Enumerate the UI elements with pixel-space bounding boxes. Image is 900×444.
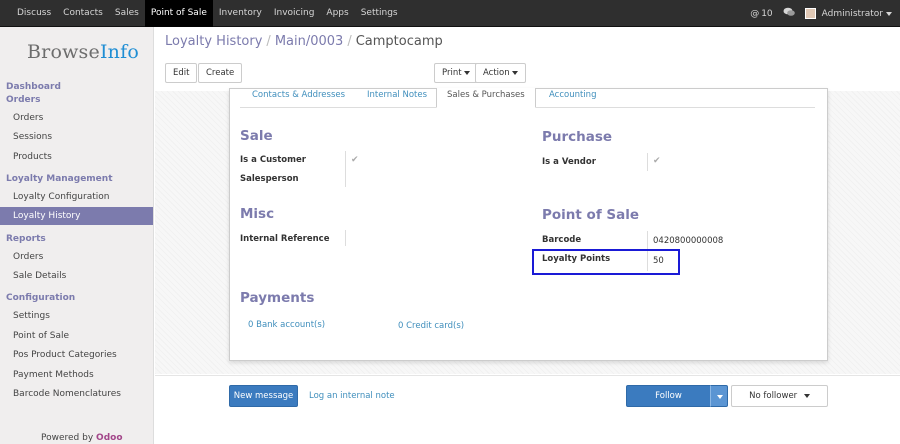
sidebar-item-barcode-nomenclatures[interactable]: Barcode Nomenclatures [0, 385, 153, 403]
sidebar-section-orders: Orders [6, 95, 41, 105]
top-navbar: Discuss Contacts Sales Point of Sale Inv… [0, 0, 900, 27]
sidebar-item-orders[interactable]: Orders [0, 109, 153, 127]
new-message-button[interactable]: New message [229, 385, 298, 407]
is-vendor-checkbox[interactable]: ✔ [653, 157, 662, 166]
sidebar-item-products[interactable]: Products [0, 148, 153, 166]
breadcrumb-current: Camptocamp [355, 34, 443, 49]
tab-sales-purchases[interactable]: Sales & Purchases [436, 88, 536, 108]
menu-contacts[interactable]: Contacts [57, 0, 109, 27]
caret-down-icon [717, 395, 723, 399]
user-menu[interactable]: Administrator [804, 8, 892, 19]
sidebar-section-dashboard[interactable]: Dashboard [6, 82, 61, 92]
breadcrumb-loyalty-history[interactable]: Loyalty History [165, 34, 262, 49]
odoo-link[interactable]: Odoo [96, 433, 122, 443]
chat-bubbles-icon[interactable] [783, 7, 795, 20]
loyalty-points-highlight [532, 249, 680, 275]
menu-invoicing[interactable]: Invoicing [268, 0, 321, 27]
follow-options-toggle[interactable] [710, 385, 728, 407]
sidebar-item-report-orders[interactable]: Orders [0, 248, 153, 266]
sale-section-title: Sale [240, 128, 273, 144]
sidebar-item-sessions[interactable]: Sessions [0, 128, 153, 146]
breadcrumb: Loyalty History / Main/0003/Camptocamp [165, 34, 443, 49]
sidebar-item-point-of-sale[interactable]: Point of Sale [0, 327, 153, 345]
systray: @ 10 Administrator [750, 0, 892, 27]
menu-discuss[interactable]: Discuss [11, 0, 57, 27]
menu-settings[interactable]: Settings [355, 0, 404, 27]
field-divider [345, 230, 346, 246]
followers-dropdown[interactable]: No follower [731, 385, 828, 407]
is-vendor-label: Is a Vendor [542, 157, 596, 167]
bank-accounts-button[interactable]: 0 Bank account(s) [248, 320, 325, 330]
at-icon: @ [750, 8, 760, 19]
salesperson-label: Salesperson [240, 174, 299, 184]
sidebar-item-payment-methods[interactable]: Payment Methods [0, 366, 153, 384]
log-note-link[interactable]: Log an internal note [309, 391, 395, 401]
field-divider [345, 151, 346, 187]
sidebar-item-loyalty-history[interactable]: Loyalty History [0, 207, 153, 225]
sidebar-item-settings[interactable]: Settings [0, 307, 153, 325]
sidebar-section-reports: Reports [6, 234, 46, 244]
sidebar-item-pos-product-categories[interactable]: Pos Product Categories [0, 346, 153, 364]
chevron-down-icon [886, 11, 892, 16]
mentions-count: 10 [761, 8, 773, 19]
avatar [804, 8, 816, 19]
internal-reference-label: Internal Reference [240, 234, 330, 244]
user-name: Administrator [821, 8, 883, 19]
menu-point-of-sale[interactable]: Point of Sale [144, 0, 213, 27]
follow-button[interactable]: Follow [626, 385, 711, 407]
create-button[interactable]: Create [198, 63, 243, 83]
company-logo: BrowseInfo [27, 41, 139, 63]
sidebar: BrowseInfo Dashboard Orders Orders Sessi… [0, 27, 154, 444]
notebook-tabs: Contacts & Addresses Internal Notes Sale… [240, 88, 815, 108]
print-button[interactable]: Print [434, 63, 478, 83]
sidebar-section-loyalty: Loyalty Management [6, 174, 113, 184]
sidebar-item-loyalty-configuration[interactable]: Loyalty Configuration [0, 188, 153, 206]
field-divider [647, 153, 648, 171]
is-customer-checkbox[interactable]: ✔ [351, 156, 360, 165]
app-menu: Discuss Contacts Sales Point of Sale Inv… [11, 0, 404, 27]
pos-section-title: Point of Sale [542, 207, 640, 223]
caret-down-icon [803, 393, 810, 398]
caret-down-icon [463, 70, 470, 75]
barcode-label: Barcode [542, 235, 582, 245]
menu-apps[interactable]: Apps [320, 0, 354, 27]
menu-sales[interactable]: Sales [109, 0, 145, 27]
credit-cards-button[interactable]: 0 Credit card(s) [398, 321, 464, 331]
payments-section-title: Payments [240, 290, 315, 306]
misc-section-title: Misc [240, 206, 275, 222]
action-button[interactable]: Action [475, 63, 526, 83]
breadcrumb-main-0003[interactable]: Main/0003 [275, 34, 344, 49]
tab-contacts-addresses[interactable]: Contacts & Addresses [252, 88, 345, 108]
is-customer-label: Is a Customer [240, 155, 306, 165]
caret-down-icon [511, 70, 518, 75]
purchase-section-title: Purchase [542, 129, 613, 145]
edit-button[interactable]: Edit [165, 63, 198, 83]
tab-internal-notes[interactable]: Internal Notes [367, 88, 427, 108]
menu-inventory[interactable]: Inventory [213, 0, 268, 27]
mentions-button[interactable]: @ 10 [750, 9, 772, 19]
powered-by: Powered by Odoo [41, 433, 123, 443]
sidebar-section-configuration: Configuration [6, 293, 76, 303]
tab-accounting[interactable]: Accounting [549, 88, 596, 108]
barcode-value: 0420800000008 [653, 236, 724, 246]
sidebar-item-sale-details[interactable]: Sale Details [0, 267, 153, 285]
